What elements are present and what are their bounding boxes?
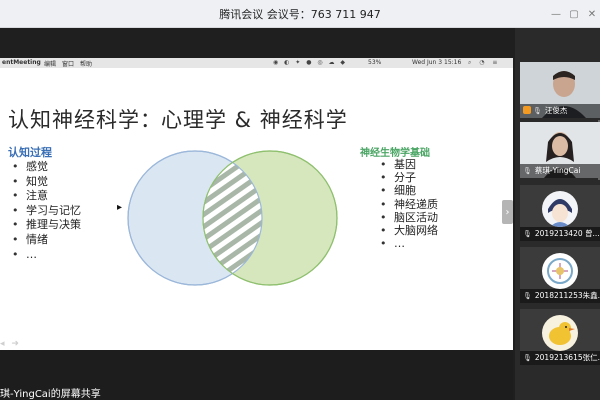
shared-mac-menubar: entMeeting 编辑 窗口 帮助 ◉ ◐ ✦ ● ◎ ☁ ◆ 53% We…: [0, 58, 513, 68]
right-list: • 基因 • 分子 • 细胞 • 神经递质 • 脑区活动 • 大脑网络 •…: [380, 158, 438, 251]
participant-tile[interactable]: 🎙 2019213615张仁...: [520, 309, 600, 365]
right-item: •…: [380, 237, 405, 251]
mouse-cursor-icon: ▸: [117, 202, 123, 213]
left-heading: 认知过程: [8, 146, 52, 159]
right-item: • 脑区活动: [380, 210, 438, 224]
share-caption: 琪-YingCai的屏幕共享: [0, 389, 101, 400]
mac-menu-help: 帮助: [80, 61, 93, 68]
mac-right-icons: ⌕ ◔ ≡: [468, 59, 501, 66]
left-item: • 情绪: [12, 232, 48, 246]
right-item: • 大脑网络: [380, 224, 438, 238]
right-item: • 基因: [380, 158, 416, 171]
participant-name: 2018211253朱鑫...: [534, 291, 600, 300]
participant-tile[interactable]: 🎙 2019213420 曾...: [520, 185, 600, 241]
mic-icon: 🎙: [523, 292, 532, 300]
participant-name: 2019213615张仁...: [534, 353, 600, 362]
maximize-icon[interactable]: ▢: [568, 8, 580, 20]
host-badge-icon: [523, 106, 531, 114]
participant-name-bar: 🎙 汪俊杰: [520, 104, 600, 118]
left-item: • 注意: [12, 189, 48, 203]
participant-name: 2019213420 曾...: [534, 229, 600, 238]
participant-avatar: [542, 191, 578, 227]
mic-icon: 🎙: [533, 107, 542, 115]
participant-name-bar: 🎙 蔡琪-YingCai: [520, 164, 600, 178]
mic-icon: 🎙: [523, 230, 532, 238]
slide-title-right: 心理学 & 神经科学: [161, 108, 348, 132]
slide-title: 认知神经科学：心理学 & 神经科学: [8, 104, 348, 134]
right-heading: 神经生物学基础: [360, 148, 430, 159]
left-item: • 推理与决策: [12, 218, 81, 232]
mac-battery: 53%: [368, 59, 382, 66]
right-item: • 分子: [380, 171, 416, 185]
pattern-avatar-icon: [542, 253, 578, 289]
participant-tile[interactable]: 🎙 蔡琪-YingCai: [520, 122, 600, 178]
venn-diagram: [127, 150, 338, 286]
left-item: •…: [12, 247, 37, 261]
duck-avatar-icon: [542, 315, 578, 351]
next-page-arrow-icon[interactable]: ›: [502, 200, 513, 224]
right-item: • 细胞: [380, 184, 416, 198]
participant-tile[interactable]: 🎙 汪俊杰: [520, 62, 600, 118]
left-item: • 学习与记忆: [12, 203, 81, 217]
participant-avatar: [542, 253, 578, 289]
slide-title-left: 认知神经科学: [8, 108, 140, 132]
mic-icon: 🎙: [523, 167, 532, 175]
window-titlebar: 腾讯会议 会议号：763 711 947 — ▢ ✕: [0, 0, 600, 28]
participant-avatar: [542, 315, 578, 351]
presentation-slide: 认知神经科学：心理学 & 神经科学 认知过程 • 感觉 • 知觉 • 注意 • 学习与记…: [0, 68, 513, 350]
mac-app-name: entMeeting: [2, 59, 41, 66]
anime-boy-avatar-icon: [542, 191, 578, 227]
slide-title-separator: ：: [140, 108, 161, 132]
left-item: • 知觉: [12, 174, 48, 188]
right-item: • 神经递质: [380, 197, 438, 211]
mac-clock: Wed Jun 3 15:16: [412, 59, 462, 66]
participant-name: 汪俊杰: [544, 106, 568, 115]
participant-name-bar: 🎙 2018211253朱鑫...: [520, 289, 600, 303]
mac-menu-edit: 编辑: [44, 61, 57, 68]
mac-menu-window: 窗口: [62, 61, 75, 68]
participant-name: 蔡琪-YingCai: [534, 166, 581, 175]
close-icon[interactable]: ✕: [586, 8, 598, 20]
window-title: 腾讯会议 会议号：763 711 947: [219, 8, 381, 21]
left-item: • 感觉: [12, 160, 48, 173]
participant-tile[interactable]: 🎙 2018211253朱鑫...: [520, 247, 600, 303]
slide-control-arrows-icon[interactable]: ◂ ➜: [0, 339, 21, 349]
participant-name-bar: 🎙 2019213420 曾...: [520, 227, 600, 241]
mac-status-icons: ◉ ◐ ✦ ● ◎ ☁ ◆: [273, 59, 348, 66]
participant-name-bar: 🎙 2019213615张仁...: [520, 351, 600, 365]
minimize-icon[interactable]: —: [550, 8, 562, 20]
mic-icon: 🎙: [523, 354, 532, 362]
left-list: • 感觉 • 知觉 • 注意 • 学习与记忆 • 推理与决策 • 情绪 •…: [12, 160, 81, 262]
